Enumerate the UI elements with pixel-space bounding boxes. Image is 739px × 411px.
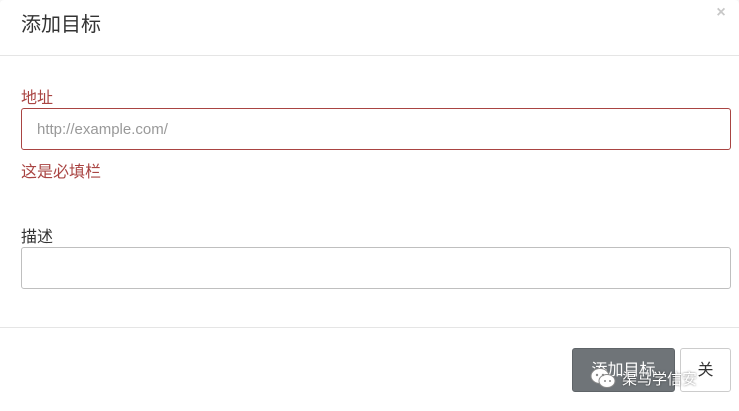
add-target-button[interactable]: 添加目标: [572, 348, 675, 392]
description-label: 描述: [21, 227, 54, 246]
close-icon[interactable]: ×: [714, 5, 728, 21]
address-label: 地址: [21, 88, 54, 107]
footer-divider: [0, 327, 739, 328]
modal-header: 添加目标 ×: [0, 0, 739, 56]
description-input[interactable]: [21, 247, 731, 289]
close-button[interactable]: 关: [680, 348, 731, 392]
modal-title: 添加目标: [21, 12, 101, 36]
address-input[interactable]: [21, 108, 731, 150]
address-error-message: 这是必填栏: [21, 162, 102, 181]
add-target-modal: 添加目标 × 地址 这是必填栏 描述 添加目标 关 渠马学信安: [0, 0, 739, 411]
